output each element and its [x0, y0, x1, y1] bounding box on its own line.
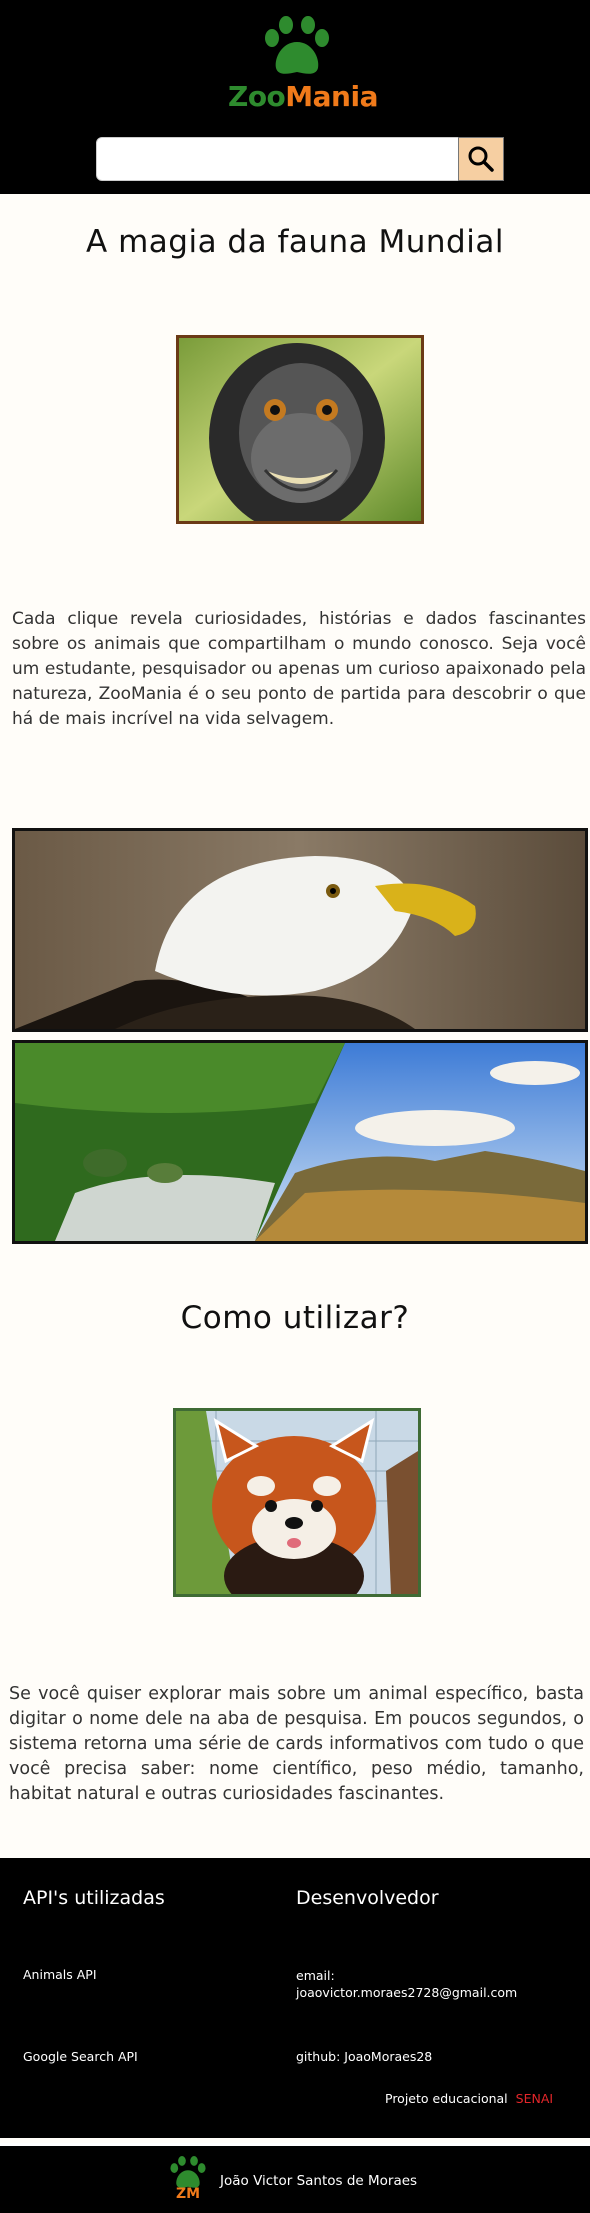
brand-name-part1: Zoo — [228, 80, 286, 113]
brand-logo[interactable]: ZooMania — [228, 16, 378, 116]
senai-link[interactable]: SENAI — [516, 2091, 553, 2106]
email-link[interactable]: joaovictor.moraes2728@gmail.com — [296, 1985, 517, 2000]
monkey-image — [176, 335, 424, 524]
brand-name-part2: Mania — [285, 80, 378, 113]
howto-title: Como utilizar? — [180, 1300, 410, 1336]
landscape-image — [12, 1040, 588, 1244]
apis-title: API's utilizadas — [23, 1887, 165, 1909]
hero-title: A magia da fauna Mundial — [86, 224, 504, 260]
email-label: email: — [296, 1968, 335, 1983]
bottom-logo[interactable]: ZM — [168, 2156, 208, 2208]
project-label-text: Projeto educacional — [385, 2091, 508, 2106]
hero-paragraph: Cada clique revela curiosidades, históri… — [12, 609, 586, 729]
paw-icon — [170, 2156, 206, 2188]
dev-title: Desenvolvedor — [296, 1887, 439, 1909]
bottom-bar: ZM João Victor Santos de Moraes — [0, 2143, 590, 2213]
github-link[interactable]: github: JoaoMoraes28 — [296, 2049, 432, 2064]
howto-paragraph: Se você quiser explorar mais sobre um an… — [9, 1684, 584, 1804]
search-button[interactable] — [458, 137, 504, 181]
paw-icon — [265, 16, 329, 74]
author-name: João Victor Santos de Moraes — [220, 2173, 418, 2189]
api-google-link[interactable]: Google Search API — [23, 2049, 138, 2064]
brand-name: ZooMania — [228, 80, 378, 113]
project-label: Projeto educacional SENAI — [385, 2091, 553, 2106]
api-animals-link[interactable]: Animals API — [23, 1967, 97, 1982]
red-panda-image — [173, 1408, 421, 1597]
site-header: ZooMania — [0, 0, 590, 194]
search-input[interactable] — [96, 137, 460, 181]
site-footer: API's utilizadas Animals API Google Sear… — [0, 1858, 590, 2138]
search-icon — [468, 146, 494, 172]
eagle-image — [12, 828, 588, 1032]
bottom-badge: ZM — [175, 2186, 201, 2202]
